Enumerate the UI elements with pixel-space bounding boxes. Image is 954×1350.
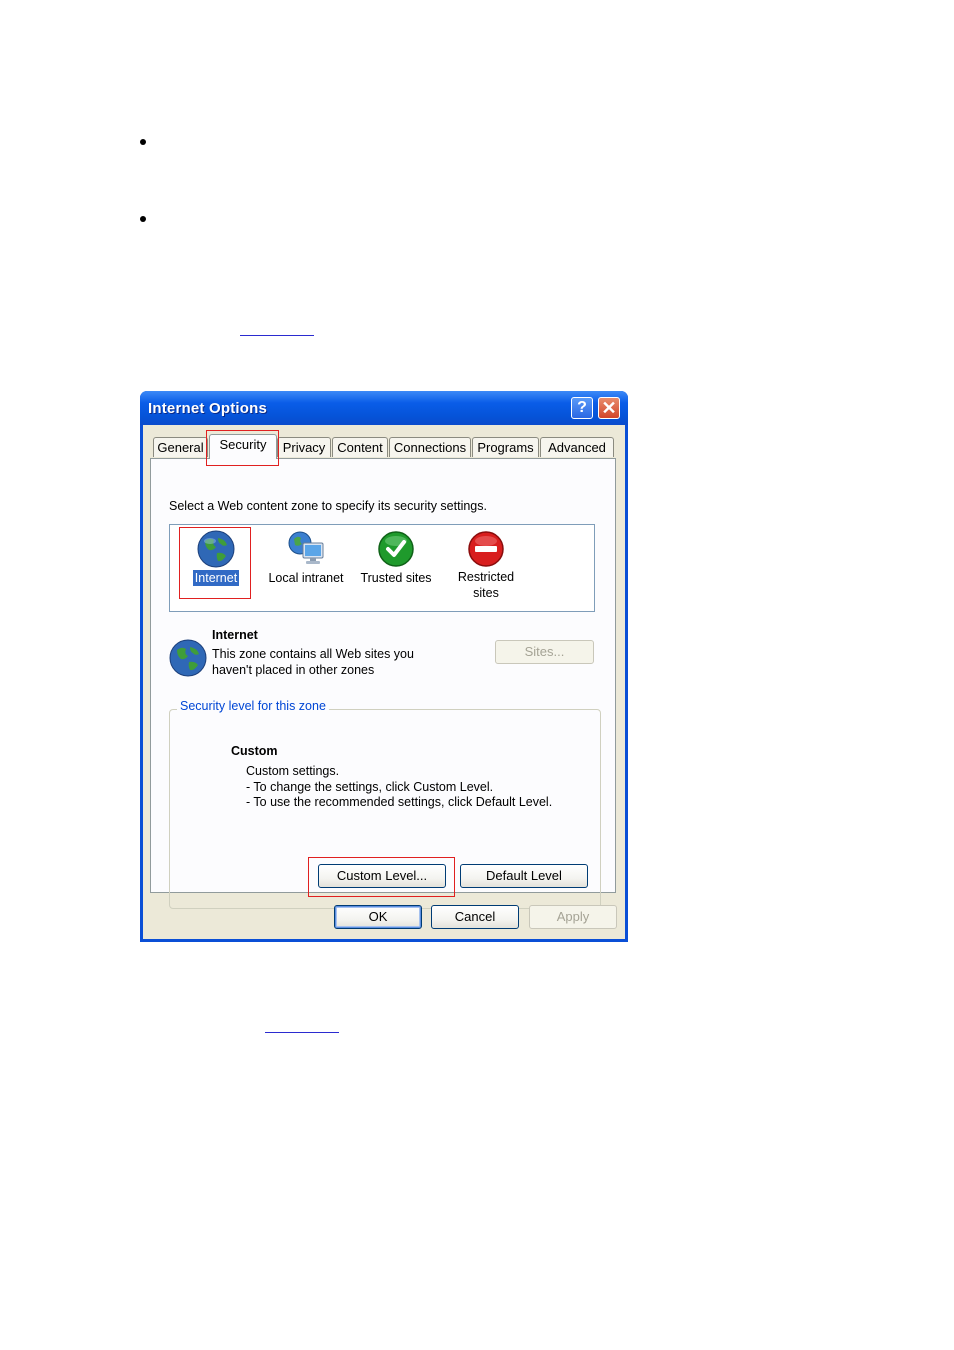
- tab-advanced[interactable]: Advanced: [540, 437, 614, 457]
- zone-prompt: Select a Web content zone to specify its…: [169, 499, 487, 513]
- dialog-client-area: General Security Privacy Content Connect…: [143, 425, 625, 939]
- zone-name: Internet: [212, 628, 258, 642]
- security-level-line2: - To change the settings, click Custom L…: [246, 780, 494, 794]
- checkmark-icon: [378, 531, 414, 567]
- tab-programs[interactable]: Programs: [472, 437, 539, 457]
- window-title: Internet Options: [148, 400, 268, 417]
- zone-internet-label: Internet: [191, 569, 241, 587]
- bullet-point: [140, 139, 146, 145]
- zone-internet[interactable]: Internet: [171, 529, 261, 587]
- document-link[interactable]: [240, 335, 314, 336]
- security-level-name: Custom: [231, 744, 278, 758]
- custom-level-button[interactable]: Custom Level...: [318, 864, 446, 888]
- zone-description-line1: This zone contains all Web sites you: [212, 647, 414, 661]
- zone-restricted-line1: Restricted: [457, 570, 515, 584]
- bullet-point: [140, 216, 146, 222]
- default-level-button[interactable]: Default Level: [460, 864, 588, 888]
- zone-local-intranet[interactable]: Local intranet: [261, 529, 351, 587]
- security-tab-panel: Select a Web content zone to specify its…: [150, 458, 616, 909]
- tab-content[interactable]: Content: [332, 437, 388, 457]
- globe-icon: [197, 530, 235, 568]
- help-button[interactable]: ?: [571, 397, 593, 419]
- zone-restricted-sites[interactable]: Restricted sites: [441, 529, 531, 602]
- document-link[interactable]: [265, 1032, 339, 1033]
- help-icon: ?: [577, 399, 587, 416]
- zone-description-line2: haven't placed in other zones: [212, 663, 375, 677]
- zone-restricted-sites-label: Restricted sites: [456, 569, 516, 601]
- cancel-button[interactable]: Cancel: [431, 905, 519, 929]
- zone-local-intranet-label: Local intranet: [268, 571, 344, 585]
- zone-trusted-sites-label: Trusted sites: [360, 571, 432, 585]
- security-level-legend: Security level for this zone: [177, 699, 329, 713]
- sites-button[interactable]: Sites...: [495, 640, 594, 664]
- title-bar[interactable]: Internet Options ? ✕: [140, 391, 628, 425]
- close-button[interactable]: ✕: [598, 397, 620, 419]
- ok-button[interactable]: OK: [334, 905, 422, 929]
- zone-restricted-line2: sites: [473, 586, 499, 600]
- tab-security[interactable]: Security: [209, 434, 277, 459]
- internet-options-window: Internet Options ? ✕ General Security Pr…: [140, 391, 628, 942]
- tab-connections[interactable]: Connections: [389, 437, 471, 457]
- tab-general[interactable]: General: [153, 437, 208, 457]
- security-level-line1: Custom settings.: [246, 764, 340, 778]
- close-icon: ✕: [601, 398, 617, 418]
- intranet-icon: [288, 531, 324, 564]
- globe-icon: [169, 639, 207, 677]
- tab-privacy[interactable]: Privacy: [277, 437, 331, 457]
- no-entry-icon: [468, 531, 504, 567]
- apply-button[interactable]: Apply: [529, 905, 617, 929]
- security-level-line3: - To use the recommended settings, click…: [246, 795, 553, 809]
- zone-list: Internet Local intranet Trusted sites Re…: [169, 524, 595, 612]
- zone-trusted-sites[interactable]: Trusted sites: [351, 529, 441, 587]
